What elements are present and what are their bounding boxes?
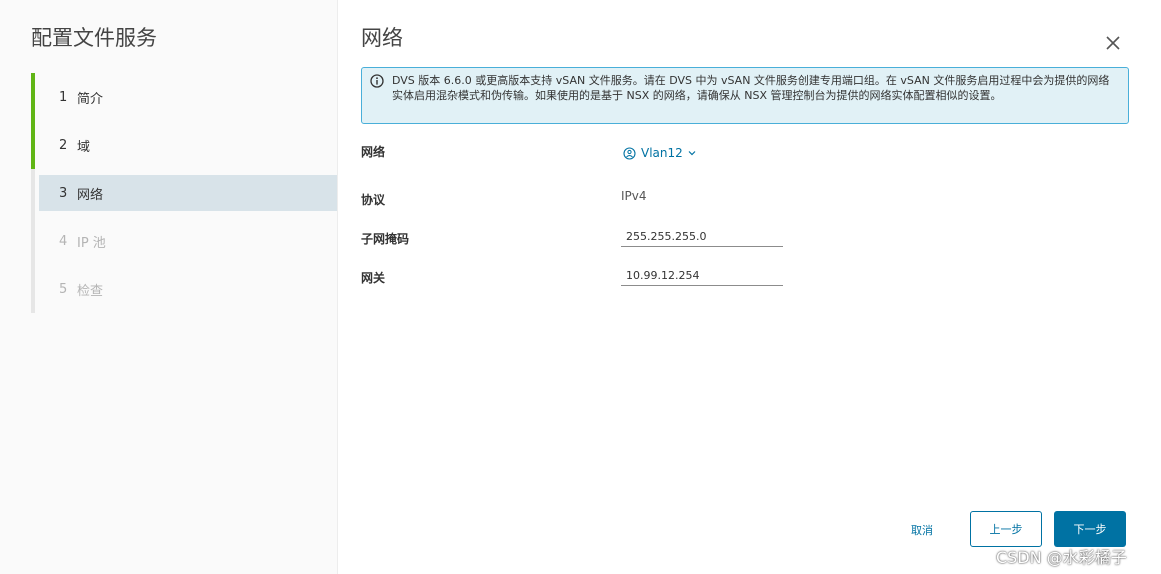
network-value: Vlan12 <box>641 146 683 160</box>
close-button[interactable] <box>1103 33 1123 53</box>
step-number: 4 <box>59 233 68 249</box>
page-title: 网络 <box>361 26 403 50</box>
info-icon <box>370 74 384 88</box>
chevron-down-icon <box>688 151 696 156</box>
step-number: 5 <box>59 281 68 297</box>
gateway-label: 网关 <box>361 271 386 285</box>
network-label: 网络 <box>361 145 386 159</box>
wizard-steps: 1 简介 2 域 3 网络 4 IP 池 5 检查 <box>31 73 337 313</box>
subnet-mask-label: 子网掩码 <box>361 232 410 246</box>
step-intro[interactable]: 1 简介 <box>31 73 337 121</box>
network-icon <box>623 146 636 160</box>
previous-button[interactable]: 上一步 <box>970 511 1042 547</box>
step-number: 1 <box>59 89 68 105</box>
alert-text: DVS 版本 6.6.0 或更高版本支持 vSAN 文件服务。请在 DVS 中为… <box>392 74 1110 102</box>
step-label: 检查 <box>77 283 104 299</box>
watermark: CSDN @水彩橘子 <box>996 548 1127 567</box>
network-select[interactable]: Vlan12 <box>623 146 696 160</box>
gateway-input[interactable] <box>621 266 783 286</box>
step-label: 域 <box>77 139 91 155</box>
protocol-value: IPv4 <box>621 189 647 203</box>
step-label: 简介 <box>77 91 104 107</box>
step-number: 2 <box>59 137 68 153</box>
step-domain[interactable]: 2 域 <box>31 121 337 169</box>
step-network[interactable]: 3 网络 <box>31 169 337 217</box>
step-label: 网络 <box>77 187 104 203</box>
info-alert: DVS 版本 6.6.0 或更高版本支持 vSAN 文件服务。请在 DVS 中为… <box>361 67 1129 124</box>
step-number: 3 <box>59 185 68 201</box>
next-button[interactable]: 下一步 <box>1054 511 1126 547</box>
wizard-sidebar: 配置文件服务 1 简介 2 域 3 网络 4 IP 池 5 检查 <box>0 0 338 574</box>
step-review: 5 检查 <box>31 265 337 313</box>
cancel-button[interactable]: 取消 <box>896 520 948 540</box>
wizard-title: 配置文件服务 <box>31 26 157 50</box>
close-icon <box>1106 36 1120 50</box>
subnet-mask-input[interactable] <box>621 227 783 247</box>
step-label: IP 池 <box>77 235 106 251</box>
protocol-label: 协议 <box>361 193 386 207</box>
step-ip-pool: 4 IP 池 <box>31 217 337 265</box>
